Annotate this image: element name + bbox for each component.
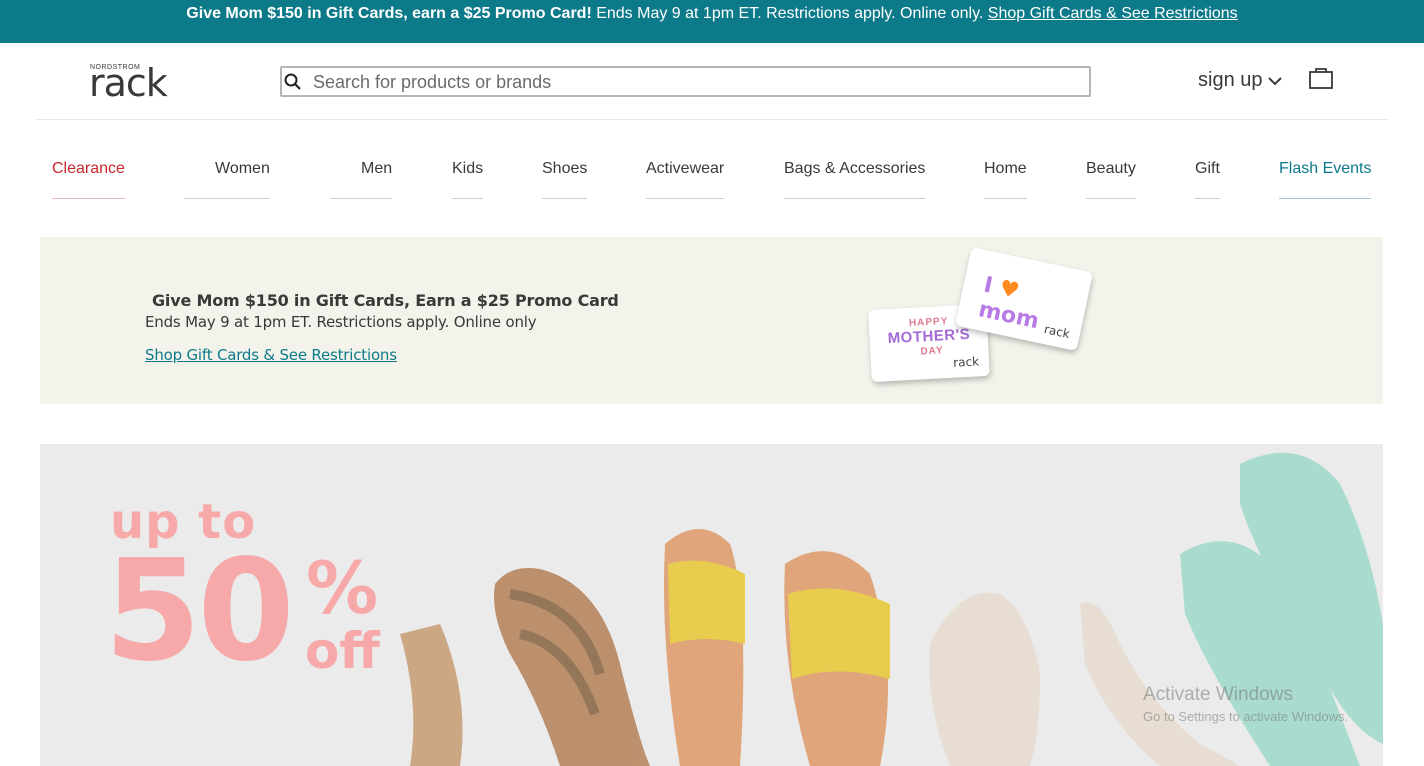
- topbar-link[interactable]: Shop Gift Cards & See Restrictions: [988, 5, 1238, 22]
- nav-kids[interactable]: Kids: [452, 160, 484, 199]
- promo-headline: Give Mom $150 in Gift Cards, Earn a $25 …: [152, 291, 619, 310]
- nav-activewear[interactable]: Activewear: [646, 160, 725, 199]
- promo-link[interactable]: Shop Gift Cards & See Restrictions: [145, 346, 397, 364]
- card2-text: I ♥ mom: [976, 272, 1042, 335]
- header-divider: [36, 119, 1388, 120]
- search-input[interactable]: [313, 70, 1073, 94]
- nav-gift[interactable]: Gift: [1195, 160, 1220, 199]
- sandal-studded-left: [400, 568, 650, 766]
- topbar-headline: Give Mom $150 in Gift Cards, earn a $25 …: [186, 5, 592, 22]
- shopping-bag-icon[interactable]: [1308, 66, 1334, 90]
- sandal-yellow: [664, 529, 890, 766]
- hero-off: off: [305, 622, 380, 680]
- promo-subtext: Ends May 9 at 1pm ET. Restrictions apply…: [145, 313, 537, 331]
- chevron-down-icon: [1267, 76, 1282, 85]
- nav-clearance[interactable]: Clearance: [52, 160, 125, 199]
- hero-percent-sign: %: [306, 546, 379, 630]
- card1-line3: DAY: [920, 345, 944, 358]
- card1-line2: MOTHER'S: [887, 325, 971, 348]
- card1-brand: rack: [952, 354, 980, 370]
- hero-percent: 50: [104, 530, 295, 693]
- nav-women[interactable]: Women: [184, 160, 270, 199]
- activate-windows-sub: Go to Settings to activate Windows.: [1143, 709, 1349, 724]
- nav-home[interactable]: Home: [984, 160, 1027, 199]
- nav-beauty[interactable]: Beauty: [1086, 160, 1136, 199]
- activate-windows-title: Activate Windows: [1143, 684, 1293, 705]
- topbar-text: Ends May 9 at 1pm ET. Restrictions apply…: [591, 5, 988, 22]
- nordstrom-rack-logo[interactable]: NORDSTROM rack: [89, 61, 171, 105]
- signup-menu[interactable]: sign up: [1198, 69, 1283, 92]
- search-icon[interactable]: [284, 73, 302, 91]
- promo-topbar: Give Mom $150 in Gift Cards, earn a $25 …: [0, 0, 1424, 43]
- signup-label: sign up: [1198, 69, 1263, 91]
- nav-men[interactable]: Men: [330, 160, 393, 199]
- nav-shoes[interactable]: Shoes: [542, 160, 588, 199]
- search-box[interactable]: [280, 66, 1091, 97]
- nav-flash-events[interactable]: Flash Events: [1279, 160, 1372, 199]
- gift-card-promo-banner[interactable]: Give Mom $150 in Gift Cards, Earn a $25 …: [40, 237, 1383, 404]
- nav-bags-accessories[interactable]: Bags & Accessories: [784, 160, 926, 199]
- logo-big-text: rack: [89, 61, 168, 105]
